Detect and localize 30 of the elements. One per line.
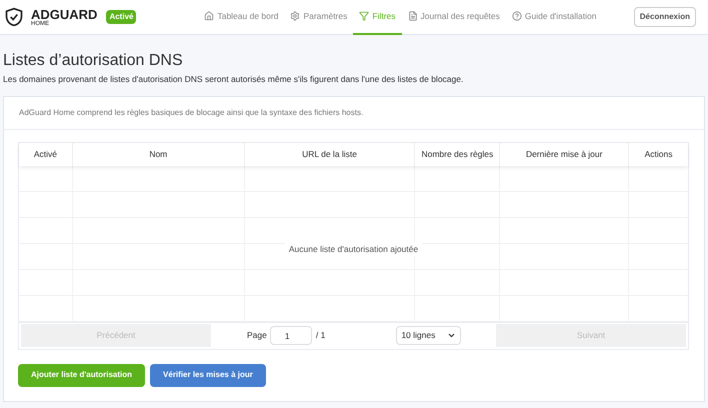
action-button[interactable]: Vérifier les mises à jour bbox=[150, 364, 266, 387]
column-header: URL de la liste bbox=[244, 142, 414, 166]
page-title: Listes d’autorisation DNS bbox=[3, 53, 184, 69]
filter-icon bbox=[359, 11, 370, 21]
nav-tab[interactable]: Journal des requêtes bbox=[402, 0, 506, 34]
column-header: Nom bbox=[72, 142, 244, 166]
page-subtitle: Les domaines provenant de listes d'autorisation DNS seront autorisés même s'ils figurent dans l'une des listes de blocage. bbox=[3, 73, 464, 86]
nav-tab[interactable]: Guide d'installation bbox=[506, 0, 602, 34]
column-header: Dernière mise à jour bbox=[499, 142, 628, 166]
nav-tab[interactable]: Tableau de bord bbox=[198, 0, 284, 34]
gear-icon bbox=[290, 11, 300, 21]
page-total: / 1 bbox=[316, 329, 326, 342]
card-intro-text: AdGuard Home comprend les règles basiques de blocage ainsi que la syntaxe des fichiers hosts. bbox=[19, 106, 364, 119]
shield-check-icon bbox=[4, 7, 24, 27]
logo-text: ADGUARD bbox=[31, 8, 98, 20]
column-header: Nombre des règles bbox=[414, 142, 500, 166]
nav-tab[interactable]: Filtres bbox=[353, 0, 402, 34]
empty-message: Aucune liste d'autorisation ajoutée bbox=[284, 242, 422, 256]
help-icon bbox=[512, 11, 522, 21]
home-icon bbox=[204, 11, 214, 21]
rows-select[interactable]: 10 lignes bbox=[396, 326, 462, 346]
logout-button[interactable]: Déconnexion bbox=[634, 7, 696, 27]
document-icon bbox=[408, 11, 418, 21]
status-badge: Activé bbox=[106, 10, 136, 24]
page-label: Page bbox=[247, 329, 267, 342]
page-input[interactable]: 1 bbox=[270, 326, 312, 346]
column-header: Actions bbox=[628, 142, 688, 166]
column-header: Activé bbox=[32, 148, 58, 161]
action-button[interactable]: Ajouter liste d'autorisation bbox=[18, 364, 146, 387]
nav-tab[interactable]: Paramètres bbox=[284, 0, 354, 34]
